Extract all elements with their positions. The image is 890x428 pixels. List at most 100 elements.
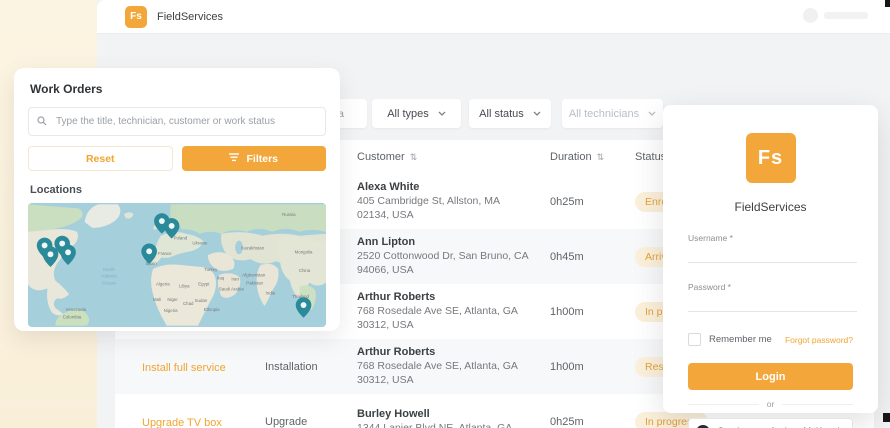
filter-icon xyxy=(229,152,240,165)
duration-value: 0h25m xyxy=(550,415,584,428)
avatar xyxy=(803,8,818,23)
app-screen: Fs FieldServices sta All types All statu… xyxy=(0,0,890,428)
customer-name: Arthur Roberts xyxy=(357,345,436,358)
map-country-label: Nigeria xyxy=(164,308,178,313)
map-country-label: Ukraine xyxy=(192,240,208,245)
password-label: Password * xyxy=(688,282,731,292)
user-avatar-icon xyxy=(696,424,711,428)
login-card: Fs FieldServices Username * Password * R… xyxy=(663,105,878,428)
forgot-password-link[interactable]: Forgot password? xyxy=(785,335,853,345)
map-country-label: Niger xyxy=(167,297,178,302)
divider xyxy=(782,403,853,405)
map-country-label: Egypt xyxy=(198,282,210,287)
customer-header-label: Customer xyxy=(357,151,405,163)
technicians-dropdown[interactable]: All technicians xyxy=(562,99,663,128)
customer-address-line1: 2520 Cottonwood Dr, San Bruno, CA xyxy=(357,249,529,262)
duration-value: 1h00m xyxy=(550,305,584,318)
customer-address-line2: 30312, USA xyxy=(357,318,414,331)
search-input[interactable] xyxy=(54,115,317,128)
panel-title: Work Orders xyxy=(30,82,103,96)
map-country-label: India xyxy=(266,290,276,295)
customer-address-line1: 405 Cambridge St, Allston, MA xyxy=(357,194,500,207)
customer-name: Ann Lipton xyxy=(357,235,416,248)
map-country-label: Mongolia xyxy=(295,249,313,254)
username-field[interactable] xyxy=(688,245,857,263)
screenshot-artifact xyxy=(883,413,890,422)
username-label: Username * xyxy=(688,233,733,243)
chevron-down-icon xyxy=(648,111,656,116)
map-country-label: Mali xyxy=(153,297,161,302)
customer-address-line2: 02134, USA xyxy=(357,208,414,221)
status-dropdown[interactable]: All status xyxy=(469,99,551,128)
customer-address-line1: 768 Rosedale Ave SE, Atlanta, GA xyxy=(357,304,518,317)
topbar: Fs FieldServices xyxy=(97,0,890,34)
ocean-label: Atlantic xyxy=(101,274,118,280)
remember-me-checkbox[interactable] xyxy=(688,333,701,346)
column-header-duration[interactable]: Duration ⇅ xyxy=(550,151,635,163)
customer-name: Alexa White xyxy=(357,180,420,193)
customer-address-line2: 30312, USA xyxy=(357,373,414,386)
remember-me-label: Remember me xyxy=(709,334,772,345)
user-menu-ghost[interactable] xyxy=(803,8,868,23)
map-country-label: China xyxy=(299,268,311,273)
map-country-label: Saudi Arabia xyxy=(219,286,244,291)
types-dropdown-label: All types xyxy=(387,107,429,120)
app-logo: Fs xyxy=(125,5,147,28)
user-name-ghost xyxy=(824,12,868,19)
login-button[interactable]: Login xyxy=(688,363,853,390)
customer-name: Burley Howell xyxy=(357,407,430,420)
app-title: FieldServices xyxy=(157,10,224,23)
map-country-label: Venezuela xyxy=(66,307,87,312)
types-dropdown[interactable]: All types xyxy=(372,99,461,128)
map-country-label: Iraq xyxy=(217,276,225,281)
customer-address-line1: 1344 Lanier Blvd NE, Atlanta, GA xyxy=(357,421,513,428)
ocean-label: North xyxy=(103,267,115,273)
work-order-type: Installation xyxy=(265,360,318,373)
map-country-label: Algeria xyxy=(156,282,170,287)
filters-button-label: Filters xyxy=(246,152,278,165)
ocean-label: Ocean xyxy=(102,281,117,287)
map-country-label: Poland xyxy=(174,236,188,241)
map-country-label: France xyxy=(158,251,172,256)
map-country-label: Chad xyxy=(183,301,194,306)
status-dropdown-label: All status xyxy=(479,107,524,120)
reset-button[interactable]: Reset xyxy=(28,146,173,171)
status-header-label: Status xyxy=(635,151,667,163)
column-header-customer[interactable]: Customer ⇅ xyxy=(357,151,550,163)
map-country-label: Ethiopia xyxy=(204,307,220,312)
customer-address-line1: 768 Rosedale Ave SE, Atlanta, GA xyxy=(357,359,518,372)
work-orders-panel: Work Orders Reset Filters Locations xyxy=(14,68,340,331)
locations-map[interactable]: North Atlantic Ocean Russia Kazakhstan Mongol… xyxy=(28,203,326,327)
customer-address-line2: 94066, USA xyxy=(357,263,414,276)
customer-name: Arthur Roberts xyxy=(357,290,436,303)
password-field[interactable] xyxy=(688,294,857,312)
sort-icon[interactable]: ⇅ xyxy=(597,152,605,163)
chevron-down-icon xyxy=(533,111,541,116)
divider-label: or xyxy=(766,399,775,409)
map-country-label: Afghanistan xyxy=(242,273,266,278)
chevron-down-icon xyxy=(438,111,446,116)
work-order-title-link[interactable]: Upgrade TV box xyxy=(142,417,222,428)
map-country-label: Russia xyxy=(282,212,296,217)
duration-value: 0h25m xyxy=(550,195,584,208)
continue-as-button[interactable]: Continue as Andrea McKenzie xyxy=(688,418,853,428)
screenshot-artifact xyxy=(885,0,890,7)
work-order-title-link[interactable]: Install full service xyxy=(142,362,226,374)
login-logo: Fs xyxy=(745,133,796,183)
divider xyxy=(688,403,759,405)
filters-button[interactable]: Filters xyxy=(181,146,326,171)
duration-value: 0h45m xyxy=(550,250,584,263)
map-country-label: Sudan xyxy=(195,298,208,303)
map-country-label: Turkey xyxy=(204,267,218,272)
sort-icon[interactable]: ⇅ xyxy=(410,152,418,163)
work-order-type: Upgrade xyxy=(265,415,308,428)
map-country-label: Iran xyxy=(231,277,239,282)
map-country-label: Colombia xyxy=(63,315,82,320)
map-country-label: Kazakhstan xyxy=(241,245,264,250)
technicians-dropdown-label: All technicians xyxy=(568,107,640,120)
duration-header-label: Duration xyxy=(550,151,592,163)
login-brand: FieldServices xyxy=(734,200,807,214)
duration-value: 1h00m xyxy=(550,360,584,373)
map-country-label: Libya xyxy=(179,283,190,288)
work-orders-search[interactable] xyxy=(28,107,326,136)
